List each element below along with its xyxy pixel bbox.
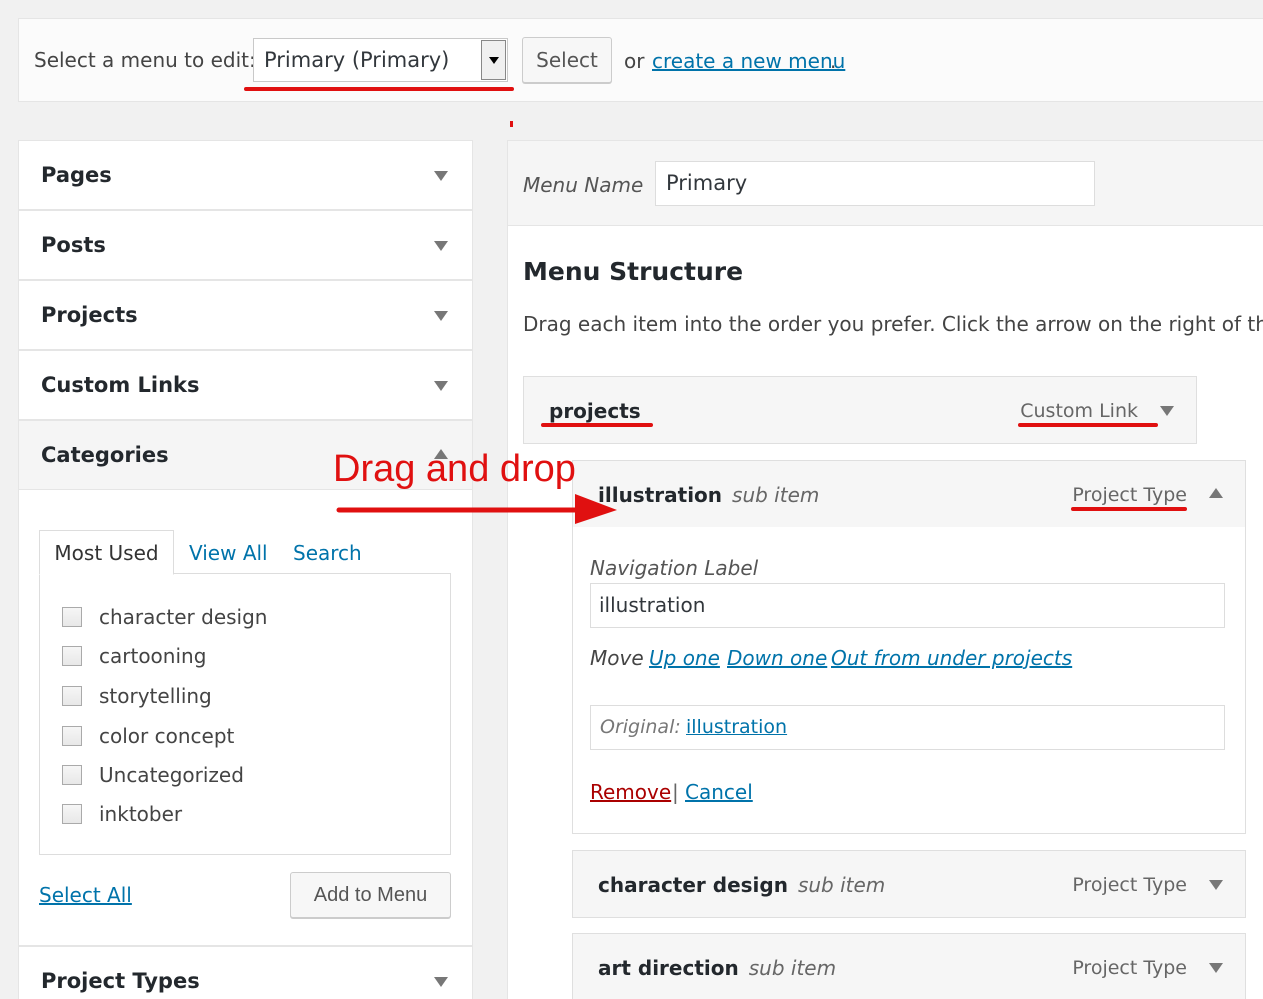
create-new-menu-link[interactable]: create a new menu — [652, 49, 845, 73]
annotation-mark — [510, 121, 513, 127]
expand-arrow-icon[interactable] — [1160, 406, 1174, 416]
accordion-projects[interactable]: Projects — [18, 280, 473, 350]
checkbox[interactable] — [62, 686, 82, 706]
menu-structure-title: Menu Structure — [523, 257, 744, 286]
accordion-projects-title: Projects — [41, 303, 138, 327]
expand-arrow-icon[interactable] — [1209, 963, 1223, 973]
menu-item-character-design[interactable]: character design sub item Project Type — [572, 850, 1246, 918]
menu-item-type: Custom Link — [1020, 400, 1138, 422]
annotation-underline-projects — [541, 423, 653, 427]
menu-item-title-text: character design — [598, 873, 788, 897]
original-link[interactable]: illustration — [686, 716, 787, 738]
menu-item-title-text: art direction — [598, 956, 739, 980]
menu-item-type: Project Type — [1072, 874, 1187, 896]
original-label: Original: — [600, 716, 681, 738]
menu-item-sub-label: sub item — [797, 873, 886, 897]
menu-item-title: character design sub item — [598, 873, 885, 897]
expand-arrow-icon[interactable] — [434, 977, 448, 987]
move-out-from-under-link[interactable]: Out from under projects — [831, 646, 1072, 670]
menu-select-value[interactable]: Primary (Primary) — [264, 48, 449, 72]
accordion-custom-links-title: Custom Links — [41, 373, 200, 397]
checkbox[interactable] — [62, 804, 82, 824]
menu-item-art-direction[interactable]: art direction sub item Project Type — [572, 933, 1246, 999]
menu-item-sub-label: sub item — [748, 956, 837, 980]
annotation-underline-custom-link — [1018, 423, 1158, 427]
category-item[interactable]: cartooning — [62, 644, 206, 668]
checkbox[interactable] — [62, 646, 82, 666]
or-text: or — [624, 49, 645, 73]
checkbox[interactable] — [62, 765, 82, 785]
select-button[interactable]: Select — [522, 37, 612, 83]
category-label: storytelling — [99, 684, 212, 708]
move-down-one-link[interactable]: Down one — [727, 646, 827, 670]
menu-name-label: Menu Name — [523, 173, 644, 197]
tab-most-used[interactable]: Most Used — [39, 530, 174, 575]
category-item[interactable]: storytelling — [62, 684, 212, 708]
category-item[interactable]: inktober — [62, 802, 182, 826]
menu-structure-description: Drag each item into the order you prefer… — [523, 312, 1263, 336]
expand-arrow-icon[interactable] — [434, 381, 448, 391]
menu-item-type: Project Type — [1072, 484, 1187, 506]
expand-arrow-icon[interactable] — [434, 311, 448, 321]
category-label: cartooning — [99, 644, 207, 668]
remove-link[interactable]: Remove — [590, 780, 671, 804]
select-all-link[interactable]: Select All — [39, 883, 132, 907]
navigation-label-input[interactable]: illustration — [590, 583, 1225, 628]
category-label: character design — [99, 605, 268, 629]
cancel-link[interactable]: Cancel — [685, 780, 753, 804]
link-separator: | — [672, 780, 679, 804]
annotation-arrow-icon — [336, 494, 617, 524]
expand-arrow-icon[interactable] — [434, 171, 448, 181]
annotation-underline-project-type — [1071, 507, 1187, 511]
collapse-arrow-icon[interactable] — [1209, 488, 1223, 498]
category-item[interactable]: Uncategorized — [62, 763, 244, 787]
expand-arrow-icon[interactable] — [434, 241, 448, 251]
menu-item-projects[interactable]: projects Custom Link — [523, 376, 1197, 444]
tab-view-all[interactable]: View All — [189, 541, 268, 565]
menu-item-title: illustration sub item — [598, 483, 819, 507]
create-link-period: . — [830, 49, 837, 73]
add-to-menu-button[interactable]: Add to Menu — [290, 872, 451, 918]
accordion-pages[interactable]: Pages — [18, 140, 473, 210]
tab-search[interactable]: Search — [293, 541, 362, 565]
annotation-underline-menu-select — [244, 87, 514, 91]
menu-item-illustration[interactable]: illustration sub item Project Type — [572, 460, 1246, 528]
accordion-project-types-title: Project Types — [41, 969, 200, 993]
category-label: color concept — [99, 724, 235, 748]
menu-item-title: art direction sub item — [598, 956, 836, 980]
category-item[interactable]: character design — [62, 605, 267, 629]
move-label: Move — [590, 646, 644, 670]
menu-item-sub-label: sub item — [732, 483, 820, 507]
accordion-custom-links[interactable]: Custom Links — [18, 350, 473, 420]
drag-and-drop-annotation: Drag and drop — [333, 448, 576, 490]
expand-arrow-icon[interactable] — [1209, 880, 1223, 890]
category-label: inktober — [99, 802, 183, 826]
accordion-categories-title: Categories — [41, 443, 169, 467]
accordion-pages-title: Pages — [41, 163, 112, 187]
select-menu-label: Select a menu to edit: — [34, 48, 256, 72]
checkbox[interactable] — [62, 607, 82, 627]
dropdown-arrow-icon[interactable] — [481, 40, 506, 80]
accordion-posts[interactable]: Posts — [18, 210, 473, 280]
menu-item-title: projects — [549, 399, 641, 423]
accordion-posts-title: Posts — [41, 233, 106, 257]
move-up-one-link[interactable]: Up one — [649, 646, 720, 670]
navigation-label-title: Navigation Label — [590, 556, 759, 580]
menu-item-type: Project Type — [1072, 957, 1187, 979]
category-label: Uncategorized — [99, 763, 244, 787]
checkbox[interactable] — [62, 726, 82, 746]
menu-name-input[interactable]: Primary — [655, 161, 1095, 206]
category-item[interactable]: color concept — [62, 724, 234, 748]
accordion-project-types[interactable]: Project Types — [18, 946, 473, 999]
